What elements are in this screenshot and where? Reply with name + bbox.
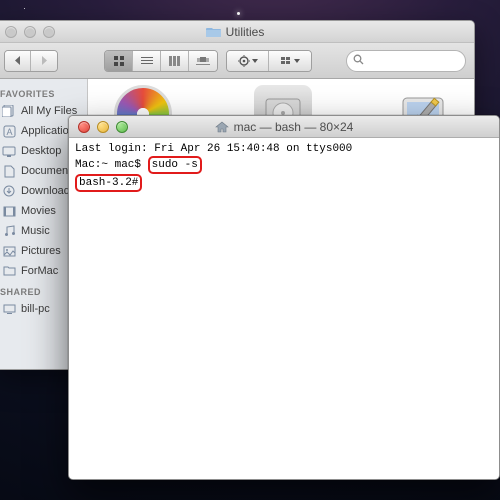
sidebar-item-label: Music	[21, 225, 50, 237]
downloads-icon	[2, 184, 16, 198]
sidebar-item-label: ForMac	[21, 265, 58, 277]
terminal-body[interactable]: Last login: Fri Apr 26 15:40:48 on ttys0…	[69, 138, 499, 479]
view-mode-segment	[104, 50, 218, 72]
finder-titlebar[interactable]: Utilities	[0, 21, 474, 43]
nav-back-forward	[4, 50, 58, 72]
finder-toolbar	[0, 43, 474, 79]
view-icons-button[interactable]	[105, 51, 133, 71]
action-segment	[226, 50, 312, 72]
forward-button[interactable]	[31, 51, 57, 71]
back-button[interactable]	[5, 51, 31, 71]
sidebar-header-favorites: Favorites	[0, 83, 87, 101]
terminal-line-prompt2: bash-3.2#	[75, 174, 493, 192]
sidebar-item-label: bill-pc	[21, 303, 50, 315]
sidebar-item-label: Desktop	[21, 145, 61, 157]
terminal-window: mac — bash — 80×24 Last login: Fri Apr 2…	[68, 115, 500, 480]
highlight-sudo: sudo -s	[148, 156, 202, 174]
sidebar-item-label: Pictures	[21, 245, 61, 257]
highlight-bash: bash-3.2#	[75, 174, 142, 192]
documents-icon	[2, 164, 16, 178]
search-input[interactable]	[368, 55, 459, 67]
action-menu-button[interactable]	[227, 51, 269, 71]
pc-icon	[2, 302, 16, 316]
sidebar-item-label: Movies	[21, 205, 56, 217]
terminal-title-label: mac — bash — 80×24	[234, 120, 354, 134]
movies-icon	[2, 204, 16, 218]
search-icon	[353, 54, 364, 68]
finder-search[interactable]	[346, 50, 466, 72]
terminal-line-prompt1: Mac:~ mac$ sudo -s	[75, 156, 493, 174]
arrange-menu-button[interactable]	[269, 51, 311, 71]
pictures-icon	[2, 244, 16, 258]
view-coverflow-button[interactable]	[189, 51, 217, 71]
folder-icon	[206, 26, 221, 38]
desktop-icon	[2, 144, 16, 158]
home-icon	[215, 121, 229, 132]
view-columns-button[interactable]	[161, 51, 189, 71]
music-icon	[2, 224, 16, 238]
terminal-title: mac — bash — 80×24	[69, 120, 499, 134]
finder-title-label: Utilities	[226, 25, 265, 39]
view-list-button[interactable]	[133, 51, 161, 71]
terminal-line-login: Last login: Fri Apr 26 15:40:48 on ttys0…	[75, 142, 493, 156]
applications-icon: A	[2, 124, 16, 138]
svg-text:A: A	[6, 127, 12, 137]
all-my-files-icon	[2, 104, 16, 118]
folder-icon	[2, 264, 16, 278]
terminal-titlebar[interactable]: mac — bash — 80×24	[69, 116, 499, 138]
finder-title: Utilities	[0, 25, 474, 39]
